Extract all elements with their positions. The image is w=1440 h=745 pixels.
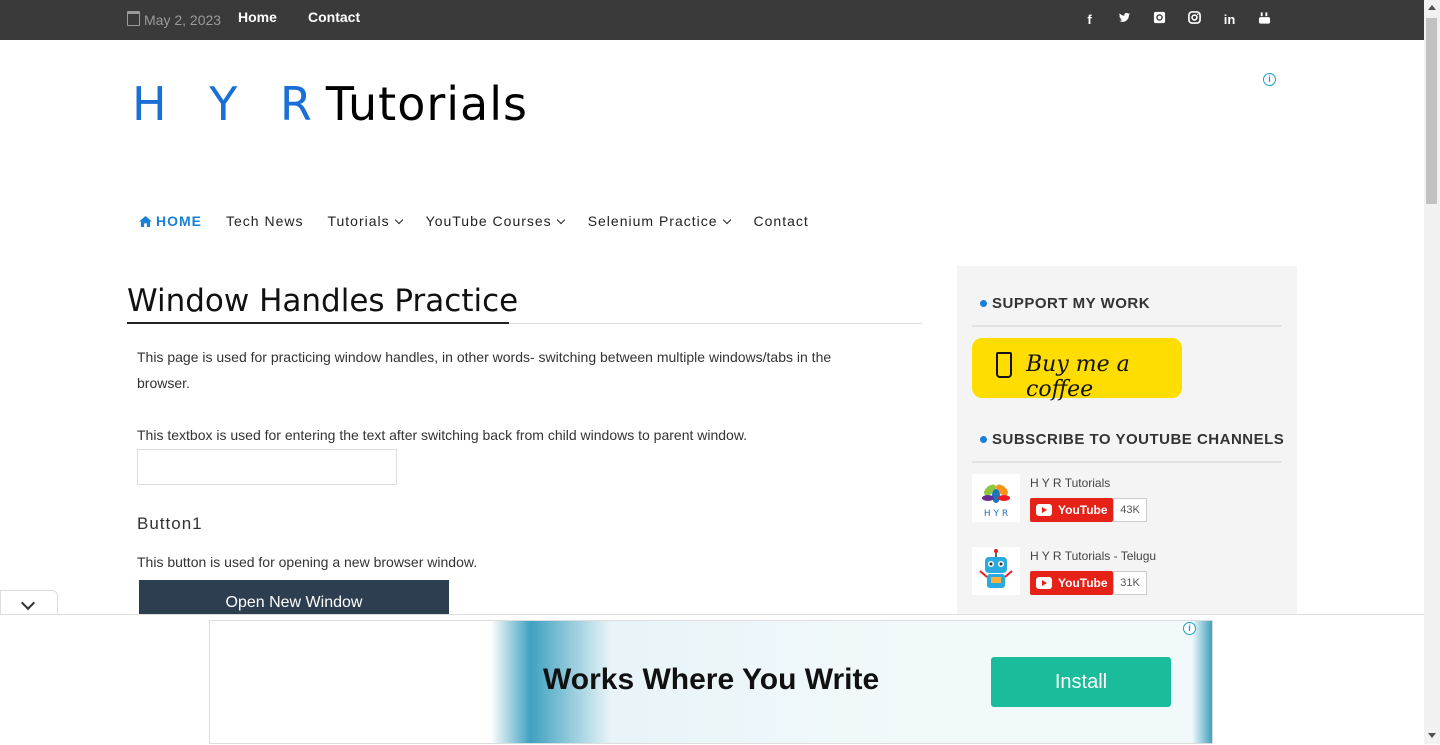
channel-name[interactable]: H Y R Tutorials: [1030, 476, 1110, 490]
scrollbar-thumb[interactable]: [1426, 18, 1437, 204]
bullet-icon: [980, 300, 987, 307]
button1-heading: Button1: [137, 514, 203, 533]
subscribe-divider: [972, 461, 1282, 463]
chevron-down-icon: [556, 215, 565, 225]
svg-text:H Y R: H Y R: [984, 509, 1008, 519]
subscriber-count: 43K: [1113, 498, 1147, 522]
buy-me-a-coffee-button[interactable]: Buy me a coffee: [972, 338, 1182, 402]
chevron-down-icon: [20, 595, 36, 611]
youtube-icon[interactable]: [1255, 11, 1274, 29]
page-title: Window Handles Practice: [127, 283, 519, 319]
channel-avatar[interactable]: H Y R: [972, 474, 1020, 522]
bullet-icon: [980, 436, 987, 443]
calendar-icon: [127, 11, 140, 26]
home-icon: [139, 216, 152, 227]
youtube-play-icon: [1036, 504, 1052, 516]
nav-item-contact[interactable]: Contact: [754, 213, 809, 229]
channel-name[interactable]: H Y R Tutorials - Telugu: [1030, 549, 1156, 563]
twitter-icon[interactable]: [1115, 11, 1134, 29]
facebook-icon[interactable]: f: [1080, 11, 1099, 29]
nav-item-home[interactable]: HOME: [139, 213, 202, 229]
channel-avatar[interactable]: [972, 547, 1020, 595]
chevron-down-icon: [722, 215, 731, 225]
top-link-contact[interactable]: Contact: [308, 9, 360, 25]
nav-item-tutorials[interactable]: Tutorials: [327, 213, 403, 229]
ad-collapse-button[interactable]: [0, 590, 58, 617]
intro-text-line1: This page is used for practicing window …: [137, 349, 832, 365]
parent-window-textbox[interactable]: [137, 449, 397, 485]
linkedin-icon[interactable]: in: [1220, 11, 1239, 29]
main-nav: HOME Tech News Tutorials YouTube Courses…: [139, 213, 833, 229]
social-icons: f in: [1080, 11, 1274, 29]
support-divider: [972, 325, 1282, 327]
ad-info-icon[interactable]: i: [1183, 622, 1196, 635]
button1-description: This button is used for opening a new br…: [137, 554, 478, 570]
top-bar: May 2, 2023 Home Contact f in: [0, 0, 1424, 40]
title-underline: [127, 322, 509, 324]
youtube-subscribe-button[interactable]: YouTube: [1030, 498, 1113, 522]
chevron-down-icon: [394, 215, 403, 225]
site-header: H Y RTutorials i HOME Tech News Tutorial…: [0, 40, 1424, 247]
subscriber-count: 31K: [1113, 571, 1147, 595]
nav-item-selenium-practice[interactable]: Selenium Practice: [588, 213, 731, 229]
youtube-subscribe-button[interactable]: YouTube: [1030, 571, 1113, 595]
intro-text-line2: browser.: [137, 375, 190, 391]
youtube-play-icon: [1036, 577, 1052, 589]
scroll-down-arrow-icon[interactable]: [1428, 733, 1436, 738]
subscribe-widget-title: SUBSCRIBE TO YOUTUBE CHANNELS: [980, 431, 1284, 448]
github-icon[interactable]: [1150, 11, 1169, 29]
coffee-cup-icon: [996, 352, 1012, 378]
ad-install-button[interactable]: Install: [991, 657, 1171, 707]
scroll-up-arrow-icon[interactable]: [1428, 5, 1436, 10]
instagram-icon[interactable]: [1185, 11, 1204, 29]
nav-item-tech-news[interactable]: Tech News: [226, 213, 303, 229]
nav-item-youtube-courses[interactable]: YouTube Courses: [426, 213, 565, 229]
site-logo[interactable]: H Y RTutorials: [132, 77, 528, 131]
date-label: May 2, 2023: [127, 11, 221, 28]
page-scrollbar[interactable]: [1424, 0, 1440, 744]
support-widget-title: SUPPORT MY WORK: [980, 295, 1150, 312]
textbox-description: This textbox is used for entering the te…: [137, 427, 748, 443]
ad-headline: Works Where You Write: [543, 663, 880, 696]
top-link-home[interactable]: Home: [238, 9, 277, 25]
ad-info-icon[interactable]: i: [1263, 73, 1276, 86]
